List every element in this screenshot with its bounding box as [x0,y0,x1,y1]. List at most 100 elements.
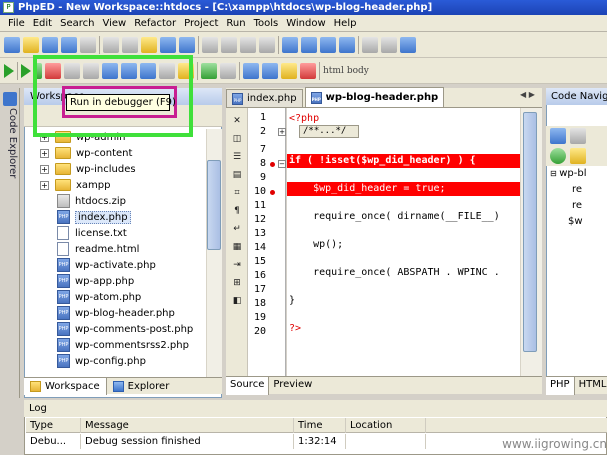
comment-icon[interactable]: ▦ [230,240,244,254]
code-explorer-icon[interactable] [3,92,17,106]
uncomment-icon[interactable] [339,36,355,53]
list-view-icon[interactable] [570,128,586,144]
help-icon[interactable] [400,36,416,53]
html-tag-button[interactable]: html [323,66,344,76]
add-icon[interactable] [550,148,566,164]
tab-workspace[interactable]: Workspace [24,377,107,395]
tree-item[interactable]: license.txt [26,225,127,241]
column-location[interactable]: Location [346,418,426,433]
tree-item[interactable]: + wp-content [26,145,132,161]
indent-icon[interactable]: ⇥ [230,258,244,272]
expand-icon[interactable]: + [40,164,49,174]
forward-arrow-icon[interactable] [220,62,236,79]
tab-explorer[interactable]: Explorer [107,378,176,395]
menu-edit[interactable]: Edit [29,18,56,29]
nav-item[interactable]: $w [568,216,583,227]
code-explorer-tab[interactable]: Code Explorer [2,108,18,198]
tab-php[interactable]: PHP [546,376,575,395]
tab-index-php[interactable]: PHP index.php [226,89,303,107]
folder-icon[interactable] [570,148,586,164]
breakpoint-marker[interactable] [270,162,275,167]
breakpoint-marker[interactable] [270,190,275,195]
expand-icon[interactable]: + [40,148,49,158]
close-icon[interactable]: ✕ [230,114,244,128]
menu-help[interactable]: Help [330,18,361,29]
tree-item[interactable]: + wp-includes [26,161,136,177]
tree-item[interactable]: htdocs.zip [26,193,126,209]
save-icon[interactable] [42,36,58,53]
run-in-debugger-icon[interactable] [21,63,31,78]
color-picker-icon[interactable] [300,62,316,79]
outline-icon[interactable]: ▤ [230,168,244,182]
tree-item[interactable]: PHP wp-blog-header.php [26,305,175,321]
wrap-icon[interactable]: ↵ [230,222,244,236]
grid-view-icon[interactable] [550,128,566,144]
menu-tools[interactable]: Tools [250,18,283,29]
tree-item[interactable]: PHP wp-config.php [26,353,146,369]
comment-icon[interactable] [320,36,336,53]
format-icon[interactable] [362,36,378,53]
expand-icon[interactable]: + [40,180,49,190]
list-icon[interactable]: ☰ [230,150,244,164]
menu-search[interactable]: Search [56,18,98,29]
menu-window[interactable]: Window [282,18,329,29]
replace-icon[interactable] [240,36,256,53]
column-time[interactable]: Time [294,418,346,433]
undo-icon[interactable] [160,36,176,53]
find-next-icon[interactable] [221,36,237,53]
tree-item[interactable]: PHP index.php [26,209,131,225]
grid-icon[interactable]: ⊞ [230,276,244,290]
tab-scroll-arrows[interactable]: ◀ ▶ [520,90,542,104]
run-icon[interactable] [4,63,14,78]
new-file-icon[interactable] [4,36,20,53]
body-tag-button[interactable]: body [347,66,369,76]
find-icon[interactable] [202,36,218,53]
tree-item[interactable]: PHP wp-comments-post.php [26,321,193,337]
menu-refactor[interactable]: Refactor [130,18,180,29]
redo-icon[interactable] [179,36,195,53]
tab-source[interactable]: Source [226,376,270,395]
print-icon[interactable] [80,36,96,53]
folded-comment[interactable]: /**...*/ [299,125,359,138]
menu-project[interactable]: Project [180,18,222,29]
tab-wp-blog-header-php[interactable]: PHP wp-blog-header.php [304,87,445,107]
bookmark-icon[interactable]: ⌗ [230,186,244,200]
paste-icon[interactable] [141,36,157,53]
options-icon[interactable] [381,36,397,53]
tree-item[interactable]: PHP wp-commentsrss2.php [26,337,189,353]
tree-item[interactable]: + xampp [26,177,110,193]
tree-item[interactable]: PHP wp-app.php [26,273,134,289]
save-all-icon[interactable] [61,36,77,53]
tag-icon[interactable]: ◧ [230,294,244,308]
fold-toggle-icon[interactable]: + [278,128,286,136]
fold-toggle-icon[interactable]: − [278,160,286,168]
cut-icon[interactable] [103,36,119,53]
tree-item[interactable]: PHP wp-atom.php [26,289,141,305]
code-editor[interactable]: <?php if ( !isset($wp_did_header) ) { $w… [287,108,520,376]
copy-icon[interactable] [122,36,138,53]
paragraph-icon[interactable]: ¶ [230,204,244,218]
nav-item[interactable]: re [572,184,582,195]
menu-file[interactable]: File [4,18,29,29]
outdent-icon[interactable] [301,36,317,53]
tab-preview[interactable]: Preview [269,377,316,395]
tree-scrollbar-thumb[interactable] [207,160,221,250]
tree-item[interactable]: PHP wp-activate.php [26,257,156,273]
menu-view[interactable]: View [98,18,130,29]
tag-icon[interactable] [243,62,259,79]
column-type[interactable]: Type [26,418,81,433]
menu-run[interactable]: Run [222,18,249,29]
open-folder-icon[interactable] [23,36,39,53]
snippet-icon[interactable] [262,62,278,79]
back-arrow-icon[interactable] [201,62,217,79]
split-icon[interactable]: ◫ [230,132,244,146]
bookmark-icon[interactable] [259,36,275,53]
nav-item[interactable]: re [572,200,582,211]
tree-item[interactable]: readme.html [26,241,139,257]
indent-icon[interactable] [282,36,298,53]
column-message[interactable]: Message [81,418,294,433]
nav-item[interactable]: ⊟ wp-bl [550,168,587,179]
editor-scrollbar-thumb[interactable] [523,112,537,352]
tab-html[interactable]: HTML [575,377,607,395]
highlighter-icon[interactable] [281,62,297,79]
